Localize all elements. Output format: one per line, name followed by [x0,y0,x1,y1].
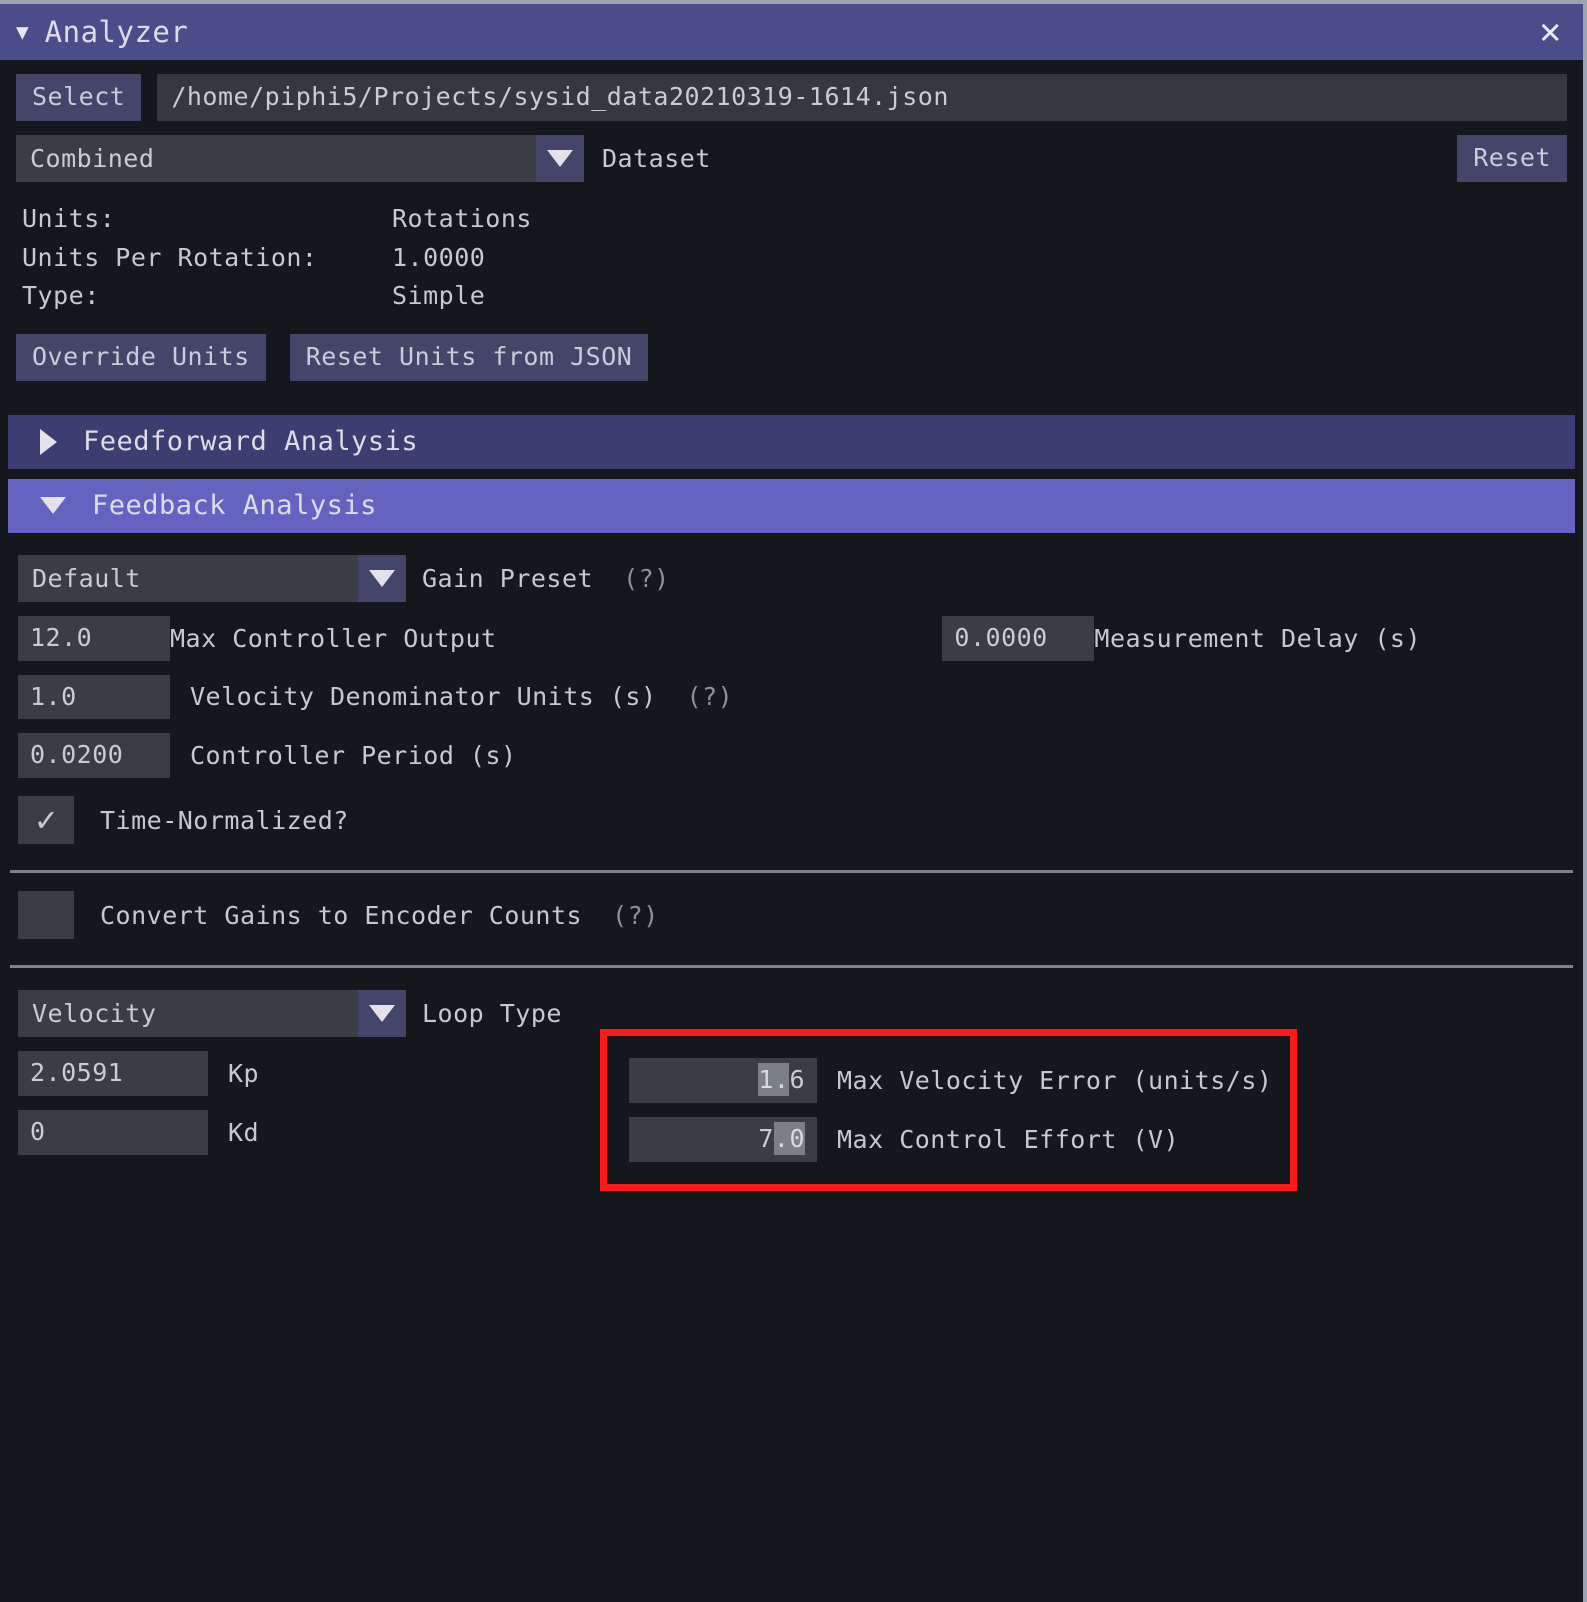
convert-gains-label: Convert Gains to Encoder Counts [100,900,583,930]
kp-label: Kp [228,1058,260,1088]
chevron-down-icon[interactable] [358,990,406,1037]
time-normalized-checkbox[interactable]: ✓ [18,796,74,844]
chevron-down-icon[interactable] [536,134,584,182]
override-units-button[interactable]: Override Units [16,334,266,381]
dataset-selected-value: Combined [16,134,536,182]
gain-preset-value: Default [18,554,358,602]
max-control-effort-input[interactable]: 7.0 [629,1116,817,1162]
controller-period-input[interactable]: 0.0200 [18,733,170,778]
gain-preset-select[interactable]: Default [18,554,406,602]
max-velocity-error-row: 1.6 Max Velocity Error (units/s) [629,1058,1272,1103]
type-key: Type: [22,281,100,311]
controller-period-row: 0.0200 Controller Period (s) [0,719,1583,778]
dataset-select[interactable]: Combined [16,134,584,182]
velocity-denominator-units-row: 1.0 Velocity Denominator Units (s) (?) [0,661,1583,720]
caret-down-icon [40,497,66,515]
reset-button[interactable]: Reset [1457,134,1567,182]
type-value: Simple [392,281,486,311]
gains-area: 2.0591 Kp 0 Kd 1.6 Max Velocity Error (u… [0,1029,1583,1191]
max-velocity-error-label: Max Velocity Error (units/s) [837,1065,1273,1095]
convert-gains-row: Convert Gains to Encoder Counts (?) [0,873,1583,939]
kd-input[interactable]: 0 [18,1109,208,1155]
unselected-text: 6 [789,1065,805,1094]
time-normalized-label: Time-Normalized? [100,805,349,835]
check-icon: ✓ [35,800,57,840]
loop-type-label: Loop Type [422,999,562,1028]
kp-input[interactable]: 2.0591 [18,1051,208,1096]
analyzer-window: ▼ Analyzer ✕ Select /home/piphi5/Project… [0,0,1587,1602]
highlight-box: 1.6 Max Velocity Error (units/s) 7.0 Max… [600,1029,1298,1191]
time-normalized-row: ✓ Time-Normalized? [0,778,1583,844]
window-title: Analyzer [44,15,189,49]
chevron-down-icon[interactable] [358,554,406,602]
window-titlebar: ▼ Analyzer ✕ [0,4,1583,60]
units-per-rotation-value: 1.0000 [392,242,486,272]
dataset-label: Dataset [602,143,711,173]
gain-preset-row: Default Gain Preset (?) [0,533,1583,602]
dataset-row: Combined Dataset Reset [0,121,1583,182]
measurement-delay-label: Measurement Delay (s) [1094,623,1421,653]
units-buttons-row: Override Units Reset Units from JSON [0,316,1583,381]
max-controller-output-group: 12.0 Max Controller Output [18,615,497,661]
file-path-field[interactable]: /home/piphi5/Projects/sysid_data20210319… [157,74,1567,121]
gain-preset-label: Gain Preset [422,563,594,593]
velocity-denominator-units-label: Velocity Denominator Units (s) [190,682,657,712]
feedback-analysis-label: Feedback Analysis [92,490,377,522]
close-icon[interactable]: ✕ [1539,14,1561,50]
max-controller-output-input[interactable]: 12.0 [18,615,170,661]
units-per-rotation-key: Units Per Rotation: [22,242,318,272]
units-key: Units: [22,203,116,233]
loop-type-select[interactable]: Velocity [18,990,406,1037]
units-info-block: Units: Rotations Units Per Rotation: 1.0… [0,182,1583,316]
loop-type-value: Velocity [18,990,358,1037]
kd-label: Kd [228,1117,260,1147]
units-value: Rotations [392,203,532,233]
caret-down-icon[interactable]: ▼ [16,21,29,43]
units-line: Units: Rotations [22,200,1583,239]
gain-preset-help-icon[interactable]: (?) [623,564,670,593]
caret-right-icon [40,428,57,455]
controller-period-label: Controller Period (s) [190,741,517,771]
section-header-feedforward-analysis[interactable]: Feedforward Analysis [8,414,1575,469]
type-line: Type: Simple [22,277,1583,316]
file-select-row: Select /home/piphi5/Projects/sysid_data2… [0,60,1583,121]
select-file-button[interactable]: Select [16,74,142,121]
max-controller-output-row: 12.0 Max Controller Output 0.0000 Measur… [0,602,1583,661]
feedforward-analysis-label: Feedforward Analysis [83,426,419,458]
unselected-text: 7 [758,1123,774,1153]
selected-text: 1. [758,1063,790,1096]
convert-gains-checkbox[interactable] [18,891,74,939]
selected-text: .0 [773,1121,805,1155]
velocity-denominator-units-help-icon[interactable]: (?) [687,682,734,711]
analyzer-content: Select /home/piphi5/Projects/sysid_data2… [0,60,1583,1191]
measurement-delay-group: 0.0000 Measurement Delay (s) [942,615,1421,661]
units-per-rotation-line: Units Per Rotation: 1.0000 [22,239,1583,278]
max-velocity-error-input[interactable]: 1.6 [629,1058,817,1103]
max-control-effort-row: 7.0 Max Control Effort (V) [629,1116,1272,1162]
convert-gains-help-icon[interactable]: (?) [612,901,659,930]
loop-type-row: Velocity Loop Type [0,968,1583,1037]
velocity-denominator-units-input[interactable]: 1.0 [18,674,170,720]
reset-units-from-json-button[interactable]: Reset Units from JSON [289,334,649,381]
kd-row: 0 Kd [18,1109,260,1155]
max-controller-output-label: Max Controller Output [170,623,497,653]
max-control-effort-label: Max Control Effort (V) [837,1124,1180,1154]
section-header-feedback-analysis[interactable]: Feedback Analysis [8,478,1575,533]
measurement-delay-input[interactable]: 0.0000 [942,615,1095,661]
kp-row: 2.0591 Kp [18,1051,259,1096]
gains-left-column: 2.0591 Kp 0 Kd [18,1051,259,1155]
